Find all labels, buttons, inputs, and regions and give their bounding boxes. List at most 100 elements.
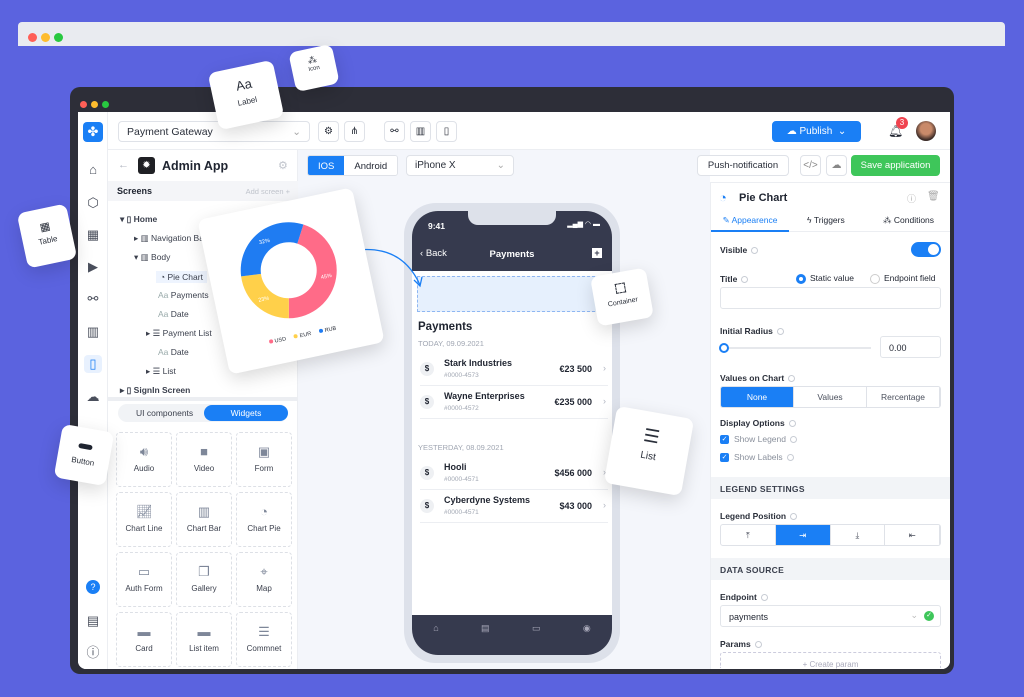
device-button[interactable]: ▯	[436, 121, 457, 142]
payment-row[interactable]: $ Wayne Enterprises #0000-4572 €235 000 ›	[420, 386, 608, 419]
payment-row[interactable]: $ Cyberdyne Systems #0000-4571 $43 000 ›	[420, 490, 608, 523]
tab-widgets[interactable]: Widgets	[204, 405, 288, 421]
endpoint-select[interactable]: payments ⌄ ✓	[720, 605, 941, 627]
board-icon[interactable]: ▦	[84, 226, 102, 244]
tree-item-pie-chart[interactable]: ◔ Pie Chart	[156, 271, 207, 283]
show-labels-checkbox[interactable]: ✓ Show Labels	[720, 452, 794, 463]
payment-amount: €23 500	[559, 364, 592, 374]
option-none[interactable]: None	[721, 387, 794, 407]
share-button[interactable]: ⋔	[344, 121, 365, 142]
payment-row[interactable]: $ Hooli #0000-4571 $456 000 ›	[420, 457, 608, 490]
static-value-radio[interactable]: Static value	[796, 273, 854, 284]
label-text: Title	[720, 274, 738, 284]
book-icon[interactable]: ▤	[84, 612, 102, 630]
trash-icon[interactable]: 🗑︎	[927, 191, 940, 202]
legend-left-icon[interactable]: ⇤	[885, 525, 940, 545]
display-options-label: Display Options	[720, 418, 796, 428]
chat-tab-icon[interactable]: ▭	[532, 623, 541, 655]
floating-pie-card[interactable]: 45% 23% 32% USD EUR RUB	[197, 187, 385, 375]
tree-item-signin-screen[interactable]: ▸ ▯ SignIn Screen	[120, 385, 190, 396]
legend-top-icon[interactable]: ⤒	[721, 525, 776, 545]
floating-table-card[interactable]: ▦ Table	[16, 203, 78, 269]
option-values[interactable]: Values	[794, 387, 867, 407]
layout-icon[interactable]: ▥	[84, 323, 102, 341]
add-screen-button[interactable]: Add screen +	[246, 187, 290, 196]
tree-item-list[interactable]: ▸ ☰ List	[146, 366, 176, 377]
scrollbar[interactable]	[108, 397, 298, 401]
floating-button-card[interactable]: Button	[53, 423, 115, 487]
legend-right-icon[interactable]: ⇥	[775, 525, 831, 545]
legend-position-segmented: ⤒ ⇥ ⤓ ⇤	[720, 524, 941, 546]
publish-button[interactable]: ☁ Publish ⌄	[772, 121, 861, 142]
widget-commnet[interactable]: ☰ Commnet	[236, 612, 292, 667]
tab-ui-components[interactable]: UI components	[136, 408, 193, 418]
tab-appearence[interactable]: ✎ Appearence	[711, 210, 789, 232]
tree-item-payments[interactable]: Aa Payments	[158, 290, 209, 300]
mobile-icon[interactable]: ▯	[84, 355, 102, 373]
code-button[interactable]: </>	[800, 155, 821, 176]
payment-row[interactable]: $ Stark Industries #0000-4573 €23 500 ›	[420, 353, 608, 386]
widget-audio[interactable]: 🔊︎ Audio	[116, 432, 172, 487]
help-icon[interactable]: ⓘ	[907, 192, 916, 205]
floating-icon-card[interactable]: ⁂ Icon	[288, 43, 340, 93]
tree-item-date[interactable]: Aa Date	[158, 309, 189, 319]
tree-label: Home	[133, 214, 158, 224]
floating-container-card[interactable]: Container	[590, 267, 654, 327]
add-icon[interactable]: +	[592, 248, 602, 258]
widget-auth-form[interactable]: ▭ Auth Form	[116, 552, 172, 607]
widget-label: Chart Bar	[186, 524, 222, 533]
widget-video[interactable]: ■ Video	[176, 432, 232, 487]
back-arrow-icon[interactable]: ←	[118, 159, 129, 171]
tree-item-body[interactable]: ▾ ▥ Body	[134, 252, 170, 263]
visible-toggle[interactable]	[911, 242, 941, 257]
logo-icon[interactable]: ✤	[83, 122, 103, 142]
link-button[interactable]: ⚯	[384, 121, 405, 142]
play-icon[interactable]: ▶	[84, 258, 102, 276]
tab-conditions[interactable]: ⁂ Conditions	[883, 210, 934, 230]
widget-chart-bar[interactable]: ▥ Chart Bar	[176, 492, 232, 547]
cloud-upload-icon[interactable]: ☁	[84, 388, 102, 406]
cloud-download-button[interactable]: ☁	[826, 155, 847, 176]
endpoint-field-radio[interactable]: Endpoint field	[870, 273, 936, 284]
platform-android[interactable]: Android	[344, 156, 398, 175]
layout-button[interactable]: ▥	[410, 121, 431, 142]
settings-button[interactable]: ⚙	[318, 121, 339, 142]
legend-bottom-icon[interactable]: ⤓	[831, 525, 886, 545]
tree-item-navigation-bar[interactable]: ▸ ▥ Navigation Bar	[134, 233, 207, 244]
option-percentage[interactable]: Rercentage	[867, 387, 940, 407]
home-tab-icon[interactable]: ⌂	[433, 623, 438, 655]
link-icon[interactable]: ⚯	[84, 290, 102, 308]
title-input[interactable]	[720, 287, 941, 309]
create-param-button[interactable]: + Create param	[720, 652, 941, 669]
card-icon: ▬	[137, 624, 151, 639]
cube-icon[interactable]: ⬡	[84, 194, 102, 212]
device-select[interactable]: iPhone X ⌄	[406, 155, 514, 176]
widget-chart-line[interactable]: 📈︎ Chart Line	[116, 492, 172, 547]
widget-card[interactable]: ▬ Card	[116, 612, 172, 667]
document-tab-icon[interactable]: ▤	[481, 623, 490, 655]
home-icon[interactable]: ⌂	[84, 161, 102, 179]
project-select[interactable]: Payment Gateway ⌄	[118, 121, 310, 142]
app-settings-icon[interactable]: ⚙	[278, 159, 288, 172]
help-icon[interactable]: ?	[86, 580, 100, 594]
widget-gallery[interactable]: ❐ Gallery	[176, 552, 232, 607]
push-notification-button[interactable]: Push-notification	[697, 155, 789, 176]
info-icon[interactable]: ⓘ	[84, 644, 102, 662]
tree-item-home[interactable]: ▾ ▯ Home	[120, 214, 157, 225]
save-application-button[interactable]: Save application	[851, 155, 940, 176]
avatar[interactable]	[916, 121, 936, 141]
floating-list-card[interactable]: ☰ List	[603, 405, 695, 497]
radius-slider[interactable]	[719, 343, 871, 353]
tree-item-date[interactable]: Aa Date	[158, 347, 189, 357]
radius-input[interactable]: 0.00	[880, 336, 941, 358]
audio-file-icon: 🔊︎	[139, 444, 149, 459]
tab-triggers[interactable]: ϟ Triggers	[807, 210, 845, 230]
profile-tab-icon[interactable]: ◉	[583, 623, 591, 655]
platform-ios[interactable]: IOS	[308, 156, 345, 175]
show-legend-checkbox[interactable]: ✓ Show Legend	[720, 434, 797, 445]
tree-item-payment-list[interactable]: ▸ ☰ Payment List	[146, 328, 212, 339]
widget-form[interactable]: ▣ Form	[236, 432, 292, 487]
widget-chart-pie[interactable]: ◔ Chart Pie	[236, 492, 292, 547]
widget-list-item[interactable]: ▬ List item	[176, 612, 232, 667]
widget-map[interactable]: ⌖ Map	[236, 552, 292, 607]
